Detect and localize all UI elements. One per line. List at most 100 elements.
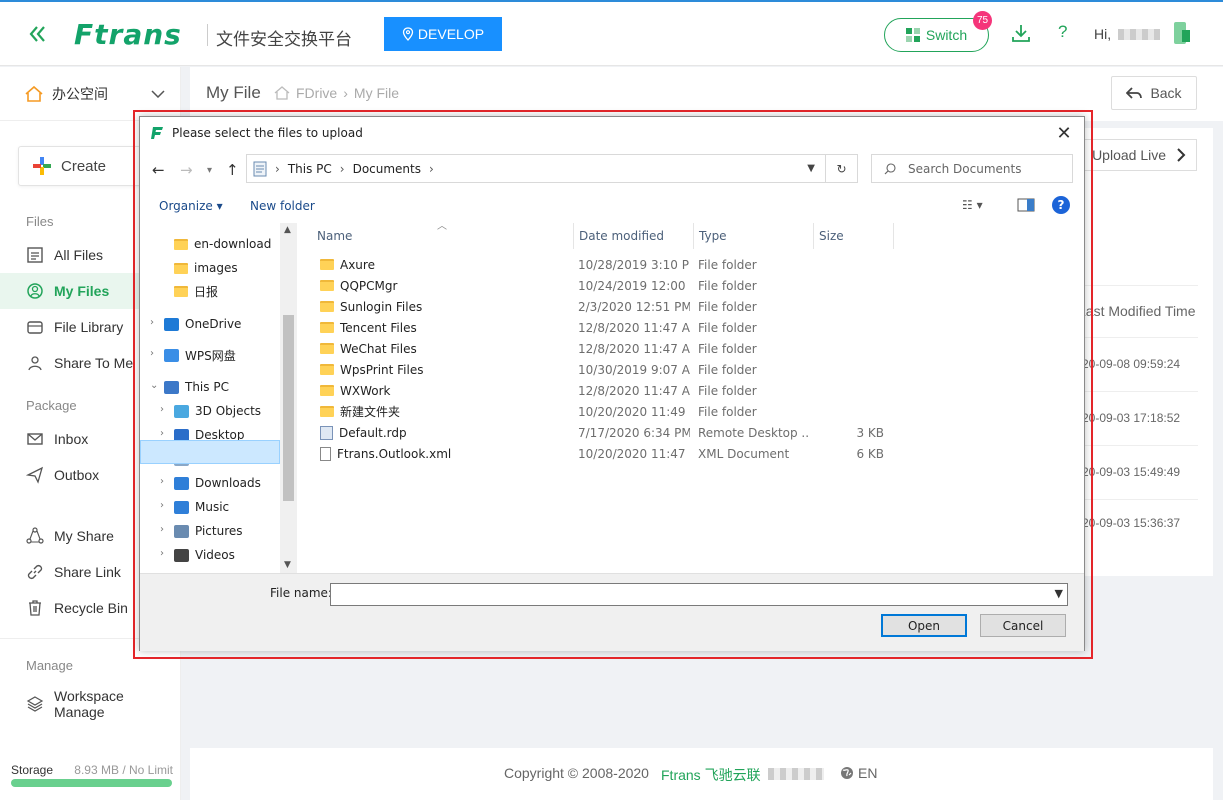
- outbox-icon: [26, 466, 44, 484]
- sidebar-item-recycle-bin[interactable]: Recycle Bin: [26, 599, 128, 617]
- cancel-button[interactable]: Cancel: [980, 614, 1066, 637]
- tree-item[interactable]: 日报: [174, 280, 218, 302]
- tree-expand-chevron-icon[interactable]: ›: [160, 524, 164, 535]
- sidebar-item-file-library[interactable]: File Library: [26, 318, 123, 336]
- sidebar-item-workspace-manage[interactable]: Workspace Manage: [26, 688, 124, 720]
- file-type: File folder: [698, 278, 757, 293]
- location-icon: [164, 380, 179, 394]
- column-header-name[interactable]: Name: [312, 223, 574, 249]
- tree-item-label: OneDrive: [185, 317, 242, 331]
- help-icon[interactable]: ?: [1052, 196, 1070, 214]
- tree-item[interactable]: OneDrive: [164, 313, 241, 335]
- language-label: EN: [858, 765, 878, 781]
- file-row[interactable]: Axure 10/28/2019 3:10 PM File folder: [316, 254, 896, 275]
- file-row[interactable]: 新建文件夹 10/20/2020 11:49 ... File folder: [316, 401, 896, 422]
- folder-icon: [174, 238, 188, 250]
- address-bar[interactable]: › This PC › Documents › ▼: [246, 154, 826, 183]
- tree-expand-chevron-icon[interactable]: ›: [160, 404, 164, 415]
- file-date-modified: 12/8/2020 11:47 AM: [578, 341, 690, 356]
- file-row[interactable]: Ftrans.Outlook.xml 10/20/2020 11:47 ... XM…: [316, 443, 896, 464]
- folder-icon: [174, 262, 188, 274]
- collapse-sidebar-icon[interactable]: [28, 24, 48, 47]
- file-row[interactable]: QQPCMgr 10/24/2019 12:00 ... File folder: [316, 275, 896, 296]
- manage-section-label: Manage: [26, 658, 73, 673]
- tree-item[interactable]: Downloads: [174, 472, 261, 494]
- recent-locations-chevron-icon[interactable]: ▾: [207, 165, 212, 176]
- sidebar-item-share-to-me[interactable]: Share To Me: [26, 354, 133, 372]
- preview-pane-icon[interactable]: [1017, 198, 1035, 215]
- tree-expand-chevron-icon[interactable]: ⌄: [150, 380, 158, 391]
- help-icon[interactable]: ?: [1058, 22, 1067, 42]
- file-name-input[interactable]: ▼: [330, 583, 1068, 606]
- close-icon[interactable]: ✕: [1052, 123, 1076, 144]
- storage-value: 8.93 MB / No Limit: [74, 763, 173, 777]
- tree-expand-chevron-icon[interactable]: ›: [150, 317, 154, 328]
- tree-item[interactable]: images: [174, 257, 238, 279]
- home-icon[interactable]: [274, 86, 290, 100]
- workspace-manage-line-2: Manage: [54, 704, 105, 720]
- last-modified-column-header[interactable]: Last Modified Time: [1078, 303, 1196, 319]
- up-arrow-icon[interactable]: ↑: [226, 161, 239, 179]
- file-row[interactable]: WpsPrint Files 10/30/2019 9:07 AM File fol…: [316, 359, 896, 380]
- location-icon: [174, 476, 189, 490]
- breadcrumb-separator: ›: [343, 85, 348, 101]
- file-name-cell: WeChat Files: [320, 338, 570, 359]
- breadcrumb-root[interactable]: FDrive: [296, 85, 337, 101]
- file-row[interactable]: Default.rdp 7/17/2020 6:34 PM Remote Deskt…: [316, 422, 896, 443]
- sidebar-item-share-link[interactable]: Share Link: [26, 563, 121, 581]
- scroll-down-icon[interactable]: ▼: [284, 560, 291, 570]
- tree-expand-chevron-icon[interactable]: ›: [160, 548, 164, 559]
- address-segment-documents[interactable]: Documents: [353, 162, 421, 176]
- column-header-type[interactable]: Type: [694, 223, 814, 249]
- sidebar-item-inbox[interactable]: Inbox: [26, 430, 88, 448]
- footer-brand[interactable]: Ftrans 飞驰云联: [661, 765, 761, 785]
- ftrans-app-icon: [151, 127, 163, 139]
- switch-label: Switch: [925, 27, 968, 43]
- top-bar: [0, 0, 1223, 66]
- file-row[interactable]: WXWork 12/8/2020 11:47 AM File folder: [316, 380, 896, 401]
- file-row[interactable]: WeChat Files 12/8/2020 11:47 AM File folde…: [316, 338, 896, 359]
- column-header-date[interactable]: Date modified: [574, 223, 694, 249]
- sidebar-item-my-files[interactable]: My Files: [26, 282, 109, 300]
- tree-item[interactable]: en-download: [174, 233, 271, 255]
- forward-arrow-icon[interactable]: →: [180, 161, 193, 179]
- upload-live-button[interactable]: Upload Live: [1076, 139, 1197, 171]
- view-options-icon[interactable]: ☷ ▾: [962, 198, 983, 212]
- open-button[interactable]: Open: [881, 614, 967, 637]
- back-arrow-icon[interactable]: ←: [152, 161, 165, 179]
- sidebar-item-label: Outbox: [54, 467, 100, 483]
- scroll-up-icon[interactable]: ▲: [284, 225, 291, 235]
- develop-button[interactable]: DEVELOP: [384, 17, 502, 51]
- sidebar-item-label: My Files: [54, 283, 110, 299]
- tree-item[interactable]: Music: [174, 496, 229, 518]
- file-row[interactable]: Sunlogin Files 2/3/2020 12:51 PM File fold…: [316, 296, 896, 317]
- sidebar-item-my-share[interactable]: My Share: [26, 527, 114, 545]
- new-folder-button[interactable]: New folder: [250, 199, 315, 213]
- refresh-button[interactable]: ↻: [826, 154, 858, 183]
- tree-expand-chevron-icon[interactable]: ›: [160, 500, 164, 511]
- organize-menu[interactable]: Organize ▾: [159, 199, 223, 213]
- language-switcher[interactable]: EN: [840, 765, 877, 781]
- tree-item[interactable]: 3D Objects: [174, 400, 261, 422]
- tree-expand-chevron-icon[interactable]: ›: [160, 428, 164, 439]
- column-header-size[interactable]: Size: [814, 223, 894, 249]
- tree-item[interactable]: Pictures: [174, 520, 243, 542]
- tree-expand-chevron-icon[interactable]: ›: [150, 348, 154, 359]
- address-segment-this-pc[interactable]: This PC: [288, 162, 332, 176]
- address-dropdown-icon[interactable]: ▼: [807, 163, 815, 174]
- file-row[interactable]: Tencent Files 12/8/2020 11:47 AM File fold…: [316, 317, 896, 338]
- search-input[interactable]: Search Documents: [871, 154, 1073, 183]
- folder-icon: [320, 280, 334, 291]
- sidebar-item-all-files[interactable]: All Files: [26, 246, 103, 264]
- sidebar-item-outbox[interactable]: Outbox: [26, 466, 99, 484]
- tree-scrollbar-thumb[interactable]: [283, 315, 294, 501]
- file-name: QQPCMgr: [340, 278, 398, 293]
- back-button[interactable]: Back: [1111, 76, 1197, 110]
- tree-expand-chevron-icon[interactable]: ›: [160, 476, 164, 487]
- tree-item[interactable]: WPS网盘: [164, 344, 236, 366]
- tree-item[interactable]: Videos: [174, 544, 235, 566]
- tree-item[interactable]: This PC: [164, 376, 229, 398]
- chevron-down-icon[interactable]: ▼: [1055, 587, 1063, 600]
- avatar[interactable]: [1170, 20, 1194, 46]
- download-icon[interactable]: [1010, 22, 1032, 47]
